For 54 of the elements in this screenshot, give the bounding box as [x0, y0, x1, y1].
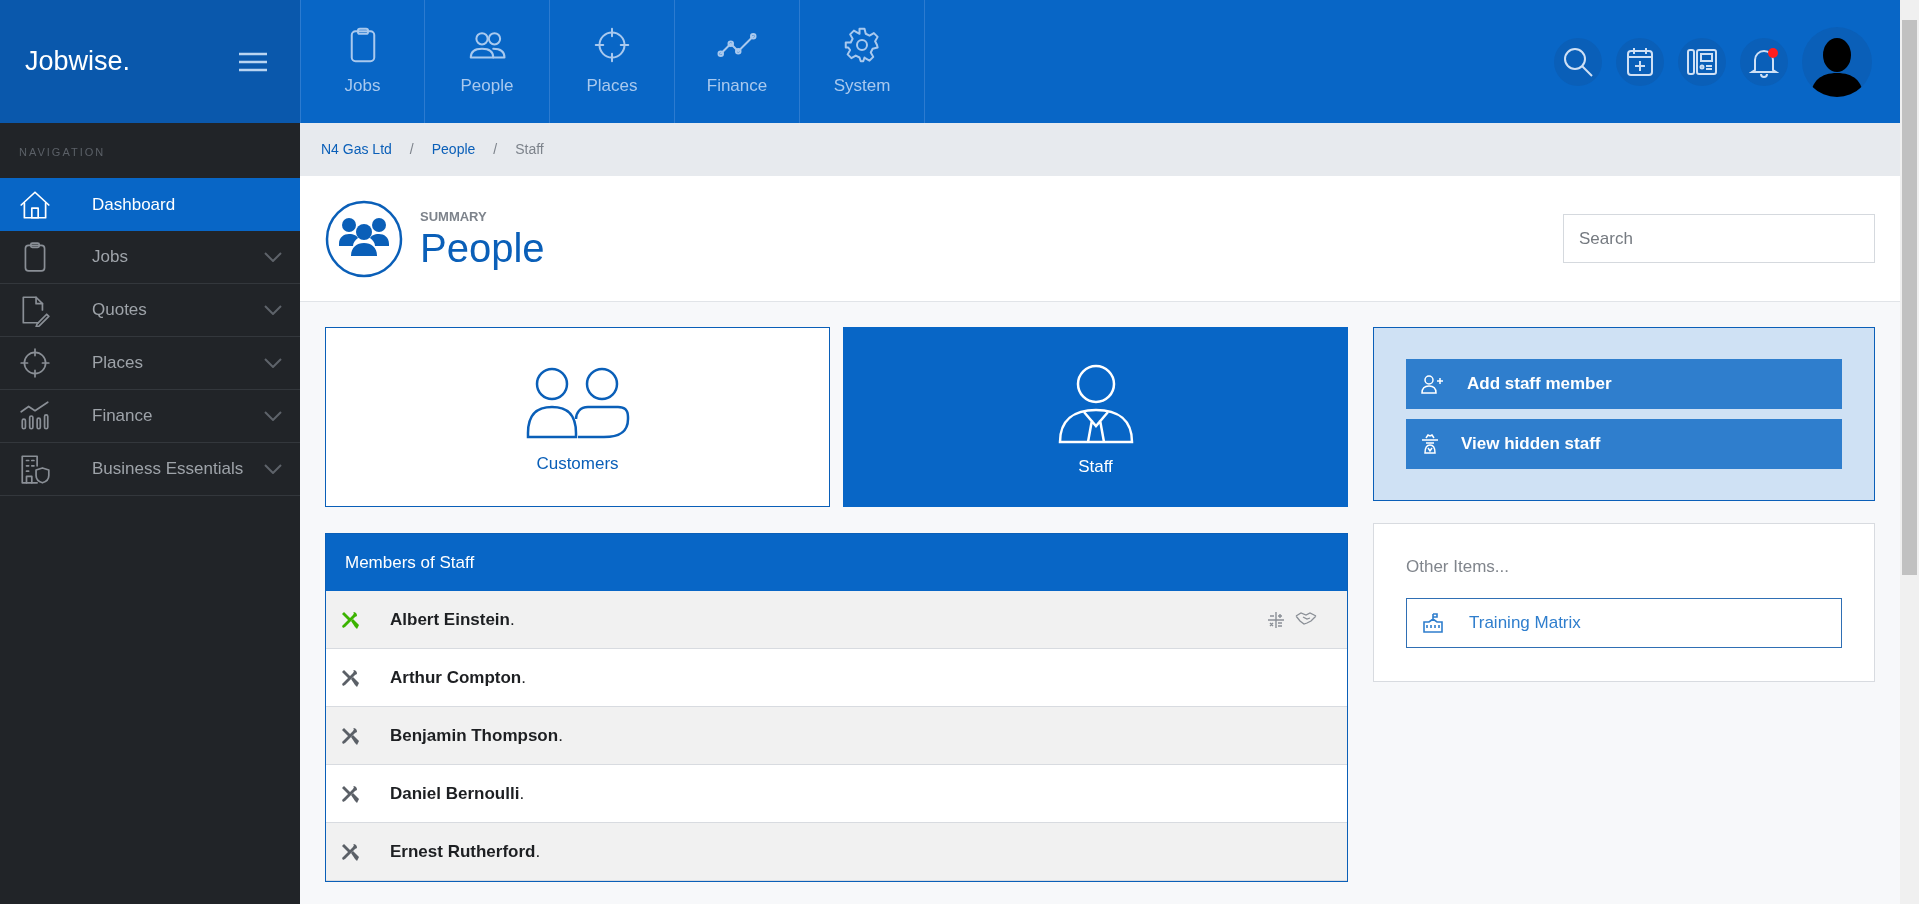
breadcrumb-current: Staff	[515, 140, 544, 159]
search-button[interactable]	[1554, 37, 1602, 86]
notifications-button[interactable]	[1740, 37, 1788, 86]
people-group-icon	[325, 199, 403, 278]
brand-logo[interactable]: Jobwise.	[25, 41, 131, 82]
hat-person-icon	[1421, 434, 1439, 454]
sidebar-item[interactable]: Quotes	[0, 284, 300, 337]
calendar-plus-icon	[1625, 45, 1655, 78]
calendar-add-button[interactable]	[1616, 37, 1664, 86]
menu-icon[interactable]	[237, 50, 269, 73]
category-tile[interactable]: Staff	[843, 327, 1348, 507]
search-field[interactable]: Search	[1563, 214, 1875, 263]
page-eyebrow: SUMMARY	[420, 207, 488, 226]
link-button[interactable]: Training Matrix	[1406, 597, 1842, 648]
staff-name: Arthur Compton.	[390, 666, 527, 689]
sidebar-item[interactable]: Jobs	[0, 231, 300, 284]
sidebar-item[interactable]: Finance	[0, 390, 300, 443]
staff-row[interactable]: Albert Einstein.	[326, 591, 1347, 649]
breadcrumb-link[interactable]: People	[431, 139, 476, 160]
calculator-icon[interactable]	[1267, 610, 1285, 629]
staff-name: Benjamin Thompson.	[390, 724, 564, 747]
panel-title: Members of Staff	[326, 534, 1347, 591]
sidebar-item[interactable]: Business Essentials	[0, 443, 300, 496]
staff-name: Daniel Bernoulli.	[390, 782, 526, 805]
sidebar-item[interactable]: Places	[0, 337, 300, 390]
panel-title: Other Items...	[1406, 556, 1510, 578]
chevron-down-icon	[264, 464, 282, 474]
breadcrumb-link[interactable]: N4 Gas Ltd	[321, 139, 392, 160]
staff-row[interactable]: Benjamin Thompson.	[326, 707, 1347, 765]
staff-name: Albert Einstein.	[390, 608, 516, 631]
sidebar-item[interactable]: Dashboard	[0, 178, 300, 231]
action-button[interactable]: View hidden staff	[1406, 419, 1842, 469]
contact-card-icon	[1686, 46, 1718, 77]
staff-row[interactable]: Ernest Rutherford.	[326, 823, 1347, 881]
bar-chart-icon	[18, 399, 52, 433]
scrollbar-thumb[interactable]	[1902, 20, 1917, 575]
person-with-tie-icon	[1057, 364, 1134, 445]
school-building-icon	[1422, 612, 1444, 633]
action-button[interactable]: Add staff member	[1406, 359, 1842, 409]
scrollbar[interactable]	[1900, 0, 1919, 904]
staff-name: Ernest Rutherford.	[390, 840, 542, 863]
chevron-down-icon	[264, 305, 282, 315]
building-shield-icon	[18, 452, 52, 486]
target-icon	[18, 346, 52, 380]
contact-card-button[interactable]	[1678, 37, 1726, 86]
chevron-down-icon	[264, 252, 282, 262]
user-plus-icon	[1421, 374, 1445, 394]
chevron-down-icon	[264, 411, 282, 421]
breadcrumb-separator: /	[409, 140, 414, 159]
page-title: People	[420, 226, 545, 271]
chevron-down-icon	[264, 358, 282, 368]
breadcrumb-separator: /	[493, 140, 498, 159]
sidebar-heading: NAVIGATION	[18, 145, 107, 161]
category-tile[interactable]: Customers	[325, 327, 830, 507]
